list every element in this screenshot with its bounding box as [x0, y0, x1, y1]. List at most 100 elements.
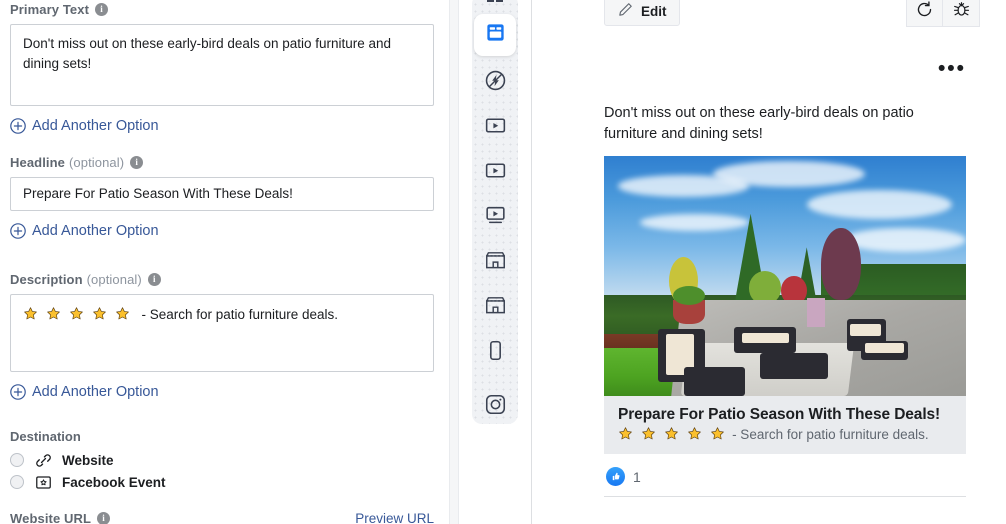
star-rating-icons — [23, 306, 137, 322]
feed-placement-icon — [484, 21, 507, 49]
pencil-icon — [617, 1, 634, 21]
placement-instant-experience-icon-item[interactable] — [472, 60, 518, 105]
placement-shops-icon-item[interactable] — [472, 285, 518, 330]
shops-icon — [483, 293, 508, 323]
placement-in-stream-video-icon-item[interactable] — [472, 105, 518, 150]
instagram-icon — [483, 392, 508, 422]
vertical-scrollbar-track[interactable] — [449, 0, 459, 524]
mobile-story-icon — [483, 338, 508, 368]
add-another-option-label: Add Another Option — [32, 118, 159, 134]
social-divider — [604, 496, 966, 498]
placement-video-article-icon-item[interactable] — [472, 195, 518, 240]
website-url-label-text: Website URL — [10, 511, 92, 524]
side-table — [683, 367, 746, 397]
preview-url-link[interactable]: Preview URL — [355, 511, 434, 524]
description-field-group: Description (optional) i - Search for pa… — [10, 272, 434, 400]
like-count: 1 — [633, 468, 641, 485]
star-icon — [46, 306, 61, 321]
placement-icon-rail — [472, 0, 518, 424]
add-another-option-primary-text[interactable]: Add Another Option — [10, 118, 434, 134]
ad-card: Don't miss out on these early-bird deals… — [604, 103, 966, 498]
star-icon — [710, 426, 725, 441]
info-icon[interactable]: i — [130, 156, 144, 169]
ad-social-row: 1 — [604, 454, 966, 496]
destination-option-website[interactable]: Website — [10, 449, 434, 471]
marketplace-icon — [483, 248, 508, 278]
plus-circle-icon — [10, 118, 26, 134]
plus-circle-icon — [10, 223, 26, 239]
ad-headline: Prepare For Patio Season With These Deal… — [618, 406, 941, 424]
headline-label-text: Headline — [10, 155, 65, 170]
info-icon[interactable]: i — [95, 3, 108, 16]
instant-experience-icon — [483, 68, 508, 98]
creative-form-panel: Primary Text i Don't miss out on these e… — [0, 0, 436, 524]
radio-button[interactable] — [10, 475, 24, 489]
destination-label: Destination — [10, 429, 81, 444]
refresh-button[interactable] — [906, 0, 943, 27]
primary-text-label-text: Primary Text — [10, 2, 89, 17]
star-icon — [641, 426, 656, 441]
plus-circle-icon — [10, 384, 26, 400]
headline-field-group: Headline (optional) i Prepare For Patio … — [10, 155, 434, 239]
placement-mobile-story-icon-item[interactable] — [472, 330, 518, 375]
ottoman-cushion — [864, 343, 905, 353]
add-another-option-description[interactable]: Add Another Option — [10, 384, 434, 400]
cloud-shape — [842, 228, 966, 253]
star-rating-icons — [618, 426, 727, 442]
description-optional-text: (optional) — [86, 272, 142, 287]
primary-text-label: Primary Text i — [10, 2, 434, 17]
placement-video-feeds-icon-item[interactable] — [472, 150, 518, 195]
edit-button[interactable]: Edit — [604, 0, 680, 26]
refresh-icon — [915, 0, 934, 24]
star-icon — [687, 426, 702, 441]
add-another-option-headline[interactable]: Add Another Option — [10, 223, 434, 239]
primary-text-field-group: Primary Text i Don't miss out on these e… — [10, 2, 434, 134]
headline-input[interactable]: Prepare For Patio Season With These Deal… — [10, 177, 434, 211]
more-options-button[interactable]: ••• — [938, 58, 966, 79]
bug-icon — [952, 0, 971, 24]
primary-text-input[interactable]: Don't miss out on these early-bird deals… — [10, 24, 434, 106]
in-stream-video-icon — [483, 113, 508, 143]
edit-button-label: Edit — [641, 3, 667, 19]
tall-vase — [806, 297, 825, 327]
description-value: - Search for patio furniture deals. — [141, 307, 339, 322]
description-label-text: Description — [10, 272, 83, 287]
video-feeds-icon — [483, 158, 508, 188]
placement-feed-icon-item[interactable] — [474, 14, 516, 56]
info-icon[interactable]: i — [97, 512, 111, 524]
destination-option-facebook-event[interactable]: Facebook Event — [10, 471, 434, 493]
placement-instagram-icon-item[interactable] — [472, 384, 518, 429]
description-input[interactable]: - Search for patio furniture deals. — [10, 294, 434, 372]
headline-value: Prepare For Patio Season With These Deal… — [23, 186, 293, 202]
star-icon — [23, 306, 38, 321]
preview-tool-buttons — [906, 0, 980, 27]
headline-optional-text: (optional) — [68, 155, 125, 170]
placement-marketplace-icon-item[interactable] — [472, 240, 518, 285]
ad-preview-panel: Edit ••• Don't miss out on these early-b… — [532, 0, 1006, 524]
ad-description-row: - Search for patio furniture deals. — [618, 426, 952, 442]
ad-description: - Search for patio furniture deals. — [732, 426, 929, 442]
ad-image[interactable] — [604, 156, 966, 397]
placement-rail-panel — [436, 0, 531, 524]
cloud-shape — [640, 213, 749, 231]
cloud-shape — [806, 189, 952, 219]
star-icon — [618, 426, 633, 441]
radio-button[interactable] — [10, 453, 24, 467]
add-another-option-label: Add Another Option — [32, 223, 159, 239]
destination-group: Destination Website Facebook Event — [10, 429, 434, 493]
armchair-cushion — [850, 324, 881, 337]
ad-footer: Prepare For Patio Season With These Deal… — [604, 396, 966, 455]
description-label: Description (optional) i — [10, 272, 434, 287]
potted-plant — [672, 285, 706, 305]
star-icon — [115, 306, 130, 321]
star-icon — [664, 426, 679, 441]
destination-website-label: Website — [62, 452, 114, 468]
coffee-table — [759, 352, 829, 380]
star-icon — [69, 306, 84, 321]
star-icon — [92, 306, 107, 321]
add-another-option-label: Add Another Option — [32, 384, 159, 400]
debug-button[interactable] — [943, 0, 980, 27]
info-icon[interactable]: i — [147, 273, 161, 286]
primary-text-value: Don't miss out on these early-bird deals… — [23, 36, 392, 71]
ad-primary-text: Don't miss out on these early-bird deals… — [604, 105, 914, 142]
